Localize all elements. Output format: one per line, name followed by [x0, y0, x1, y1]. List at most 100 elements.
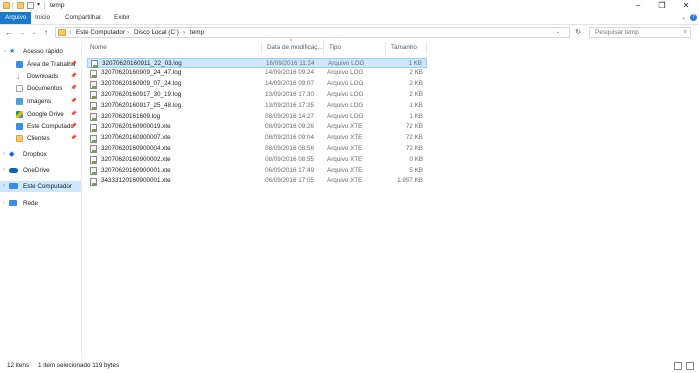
pin-icon: 📌 [70, 135, 77, 141]
nav-item-este-computado[interactable]: Este Computado 📌 [0, 121, 81, 132]
file-row[interactable]: 32070620160900019.xte 08/09/2016 09:26 A… [87, 122, 427, 133]
file-type: Arquivo XTE [327, 155, 363, 163]
pin-icon: 📌 [70, 111, 77, 117]
file-date: 06/09/2016 17:49 [265, 166, 315, 174]
address-history-icon[interactable]: ⌄ [556, 28, 560, 37]
nav-label: Downloads [27, 73, 59, 80]
file-date: 08/09/2016 08:55 [265, 155, 315, 163]
file-row[interactable]: 32070620160900007.xte 08/09/2016 09:04 A… [87, 133, 427, 144]
back-arrow-icon[interactable]: ← [4, 27, 14, 39]
file-size: 72 KB [405, 123, 423, 131]
recent-locations-icon[interactable]: ⌄ [29, 27, 39, 39]
file-name: 32070620160900007.xte [101, 134, 171, 142]
close-button[interactable]: ✕ [674, 0, 698, 12]
ribbon-tabs: Arquivo Início Compartilhar Exibir ⌄ ? [0, 12, 699, 25]
column-header-size[interactable]: Tamanho [386, 42, 427, 54]
breadcrumb-temp[interactable]: temp [190, 28, 204, 37]
nav-item-area-de-trabalho[interactable]: Área de Trabalho 📌 [0, 59, 81, 70]
column-header-name[interactable]: Nome [85, 42, 262, 54]
file-size: 72 KB [405, 144, 423, 152]
file-row[interactable]: 32070620160917_30_19.log 13/09/2016 17:3… [87, 90, 427, 101]
file-row[interactable]: 32070620160900002.xte 08/09/2016 08:55 A… [87, 155, 427, 166]
window-title: temp [50, 2, 65, 9]
file-type: Arquivo XTE [327, 134, 363, 142]
title-bar: ▾ temp – ❐ ✕ [0, 0, 699, 12]
tab-exibir[interactable]: Exibir [109, 12, 135, 24]
xte-file-icon [90, 177, 97, 186]
file-size: 2 KB [409, 90, 423, 98]
up-arrow-icon[interactable]: ↑ [41, 27, 51, 39]
nav-item-downloads[interactable]: ↓ Downloads 📌 [0, 71, 81, 82]
xte-file-icon [90, 134, 97, 143]
tab-arquivo[interactable]: Arquivo [0, 12, 32, 24]
search-input[interactable]: Pesquisar temp ⌕ [589, 27, 691, 38]
pin-icon: 📌 [70, 123, 77, 129]
documents-icon [16, 85, 23, 92]
nav-item-clientes[interactable]: Clientes 📌 [0, 133, 81, 144]
tab-compartilhar[interactable]: Compartilhar [60, 12, 106, 24]
star-icon: ★ [9, 48, 16, 55]
forward-arrow-icon[interactable]: → [17, 27, 27, 39]
file-row[interactable]: 32070620160909_07_24.log 14/09/2016 09:0… [87, 79, 427, 90]
chevron-right-icon[interactable]: › [3, 181, 5, 192]
file-row[interactable]: 32070620160900004.xte 08/09/2016 08:56 A… [87, 144, 427, 155]
file-date: 08/09/2016 08:56 [265, 144, 315, 152]
file-type: Arquivo XTE [327, 177, 363, 185]
nav-item-documentos[interactable]: Documentos 📌 [0, 83, 81, 94]
file-date: 08/09/2016 09:26 [265, 123, 315, 131]
nav-item-google-drive[interactable]: Google Drive 📌 [0, 109, 81, 120]
properties-icon[interactable] [17, 2, 24, 9]
column-header-type[interactable]: Tipo [324, 42, 386, 54]
file-row[interactable]: 32070620161609.log 08/09/2016 14:27 Arqu… [87, 112, 427, 123]
file-size: 5 KB [409, 166, 423, 174]
file-row[interactable]: 32070620160909_24_47.log 14/09/2016 09:2… [87, 68, 427, 79]
file-date: 14/09/2016 09:24 [265, 69, 315, 77]
file-date: 08/09/2016 09:04 [265, 134, 315, 142]
folder-icon [3, 2, 10, 9]
tab-inicio[interactable]: Início [30, 12, 55, 24]
breadcrumb-este-computador[interactable]: Este Computador [76, 28, 125, 37]
divider [44, 2, 45, 9]
nav-label: Este Computado [27, 123, 74, 130]
address-bar[interactable]: › Este Computador › Disco Local (C:) › t… [55, 27, 570, 38]
file-row[interactable]: 32070620160900001.xte 06/09/2016 17:49 A… [87, 166, 427, 177]
file-date: 13/09/2016 17:30 [265, 90, 315, 98]
file-name: 32070620160917_30_19.log [101, 90, 182, 98]
chevron-right-icon[interactable]: › [3, 198, 5, 209]
folder-icon [16, 135, 23, 142]
file-name: 32070620160900019.xte [101, 123, 171, 131]
maximize-button[interactable]: ❐ [650, 0, 674, 12]
pin-icon: 📌 [70, 61, 77, 67]
network-icon [9, 200, 17, 206]
expand-ribbon-icon[interactable]: ⌄ [681, 12, 686, 24]
nav-item-acesso-rapido[interactable]: ⌄ ★ Acesso rápido [0, 46, 81, 57]
customize-quick-access-icon[interactable]: ▾ [37, 2, 44, 9]
minimize-button[interactable]: – [626, 0, 650, 12]
chevron-down-icon[interactable]: ⌄ [3, 46, 7, 57]
file-row[interactable]: 32070620160917_25_48.log 13/09/2016 17:2… [87, 101, 427, 112]
new-document-icon[interactable] [27, 2, 34, 9]
chevron-right-icon[interactable]: › [3, 165, 5, 176]
search-placeholder: Pesquisar temp [595, 29, 639, 36]
computer-icon [16, 123, 23, 130]
column-header-date[interactable]: Data de modificaç... [262, 42, 324, 54]
chevron-right-icon[interactable]: › [3, 149, 5, 160]
file-name: 32070620160900004.xte [101, 144, 171, 152]
nav-item-onedrive[interactable]: › OneDrive [0, 165, 81, 176]
nav-label: Clientes [27, 135, 50, 142]
file-name: 32070620160917_25_48.log [101, 101, 182, 109]
file-row[interactable]: 34333120160900001.xte 06/09/2016 17:05 A… [87, 176, 427, 187]
details-view-icon[interactable] [674, 362, 682, 370]
file-row[interactable]: 32070620160911_22_03.log 16/09/2016 11:2… [87, 57, 427, 69]
nav-item-dropbox[interactable]: › ◆ Dropbox [0, 149, 81, 160]
breadcrumb-disco-local[interactable]: Disco Local (C:) [134, 28, 179, 37]
help-icon[interactable]: ? [690, 14, 697, 21]
nav-item-imagens[interactable]: Imagens 📌 [0, 96, 81, 107]
nav-item-este-computador[interactable]: › Este Computador [0, 181, 81, 192]
column-headers: Nome ^ Data de modificaç... Tipo Tamanho [85, 39, 427, 54]
nav-item-rede[interactable]: › Rede [0, 198, 81, 209]
google-drive-icon [16, 111, 23, 118]
refresh-icon[interactable]: ↻ [573, 27, 583, 39]
large-icons-view-icon[interactable] [686, 362, 694, 370]
file-size: 1 KB [409, 101, 423, 109]
